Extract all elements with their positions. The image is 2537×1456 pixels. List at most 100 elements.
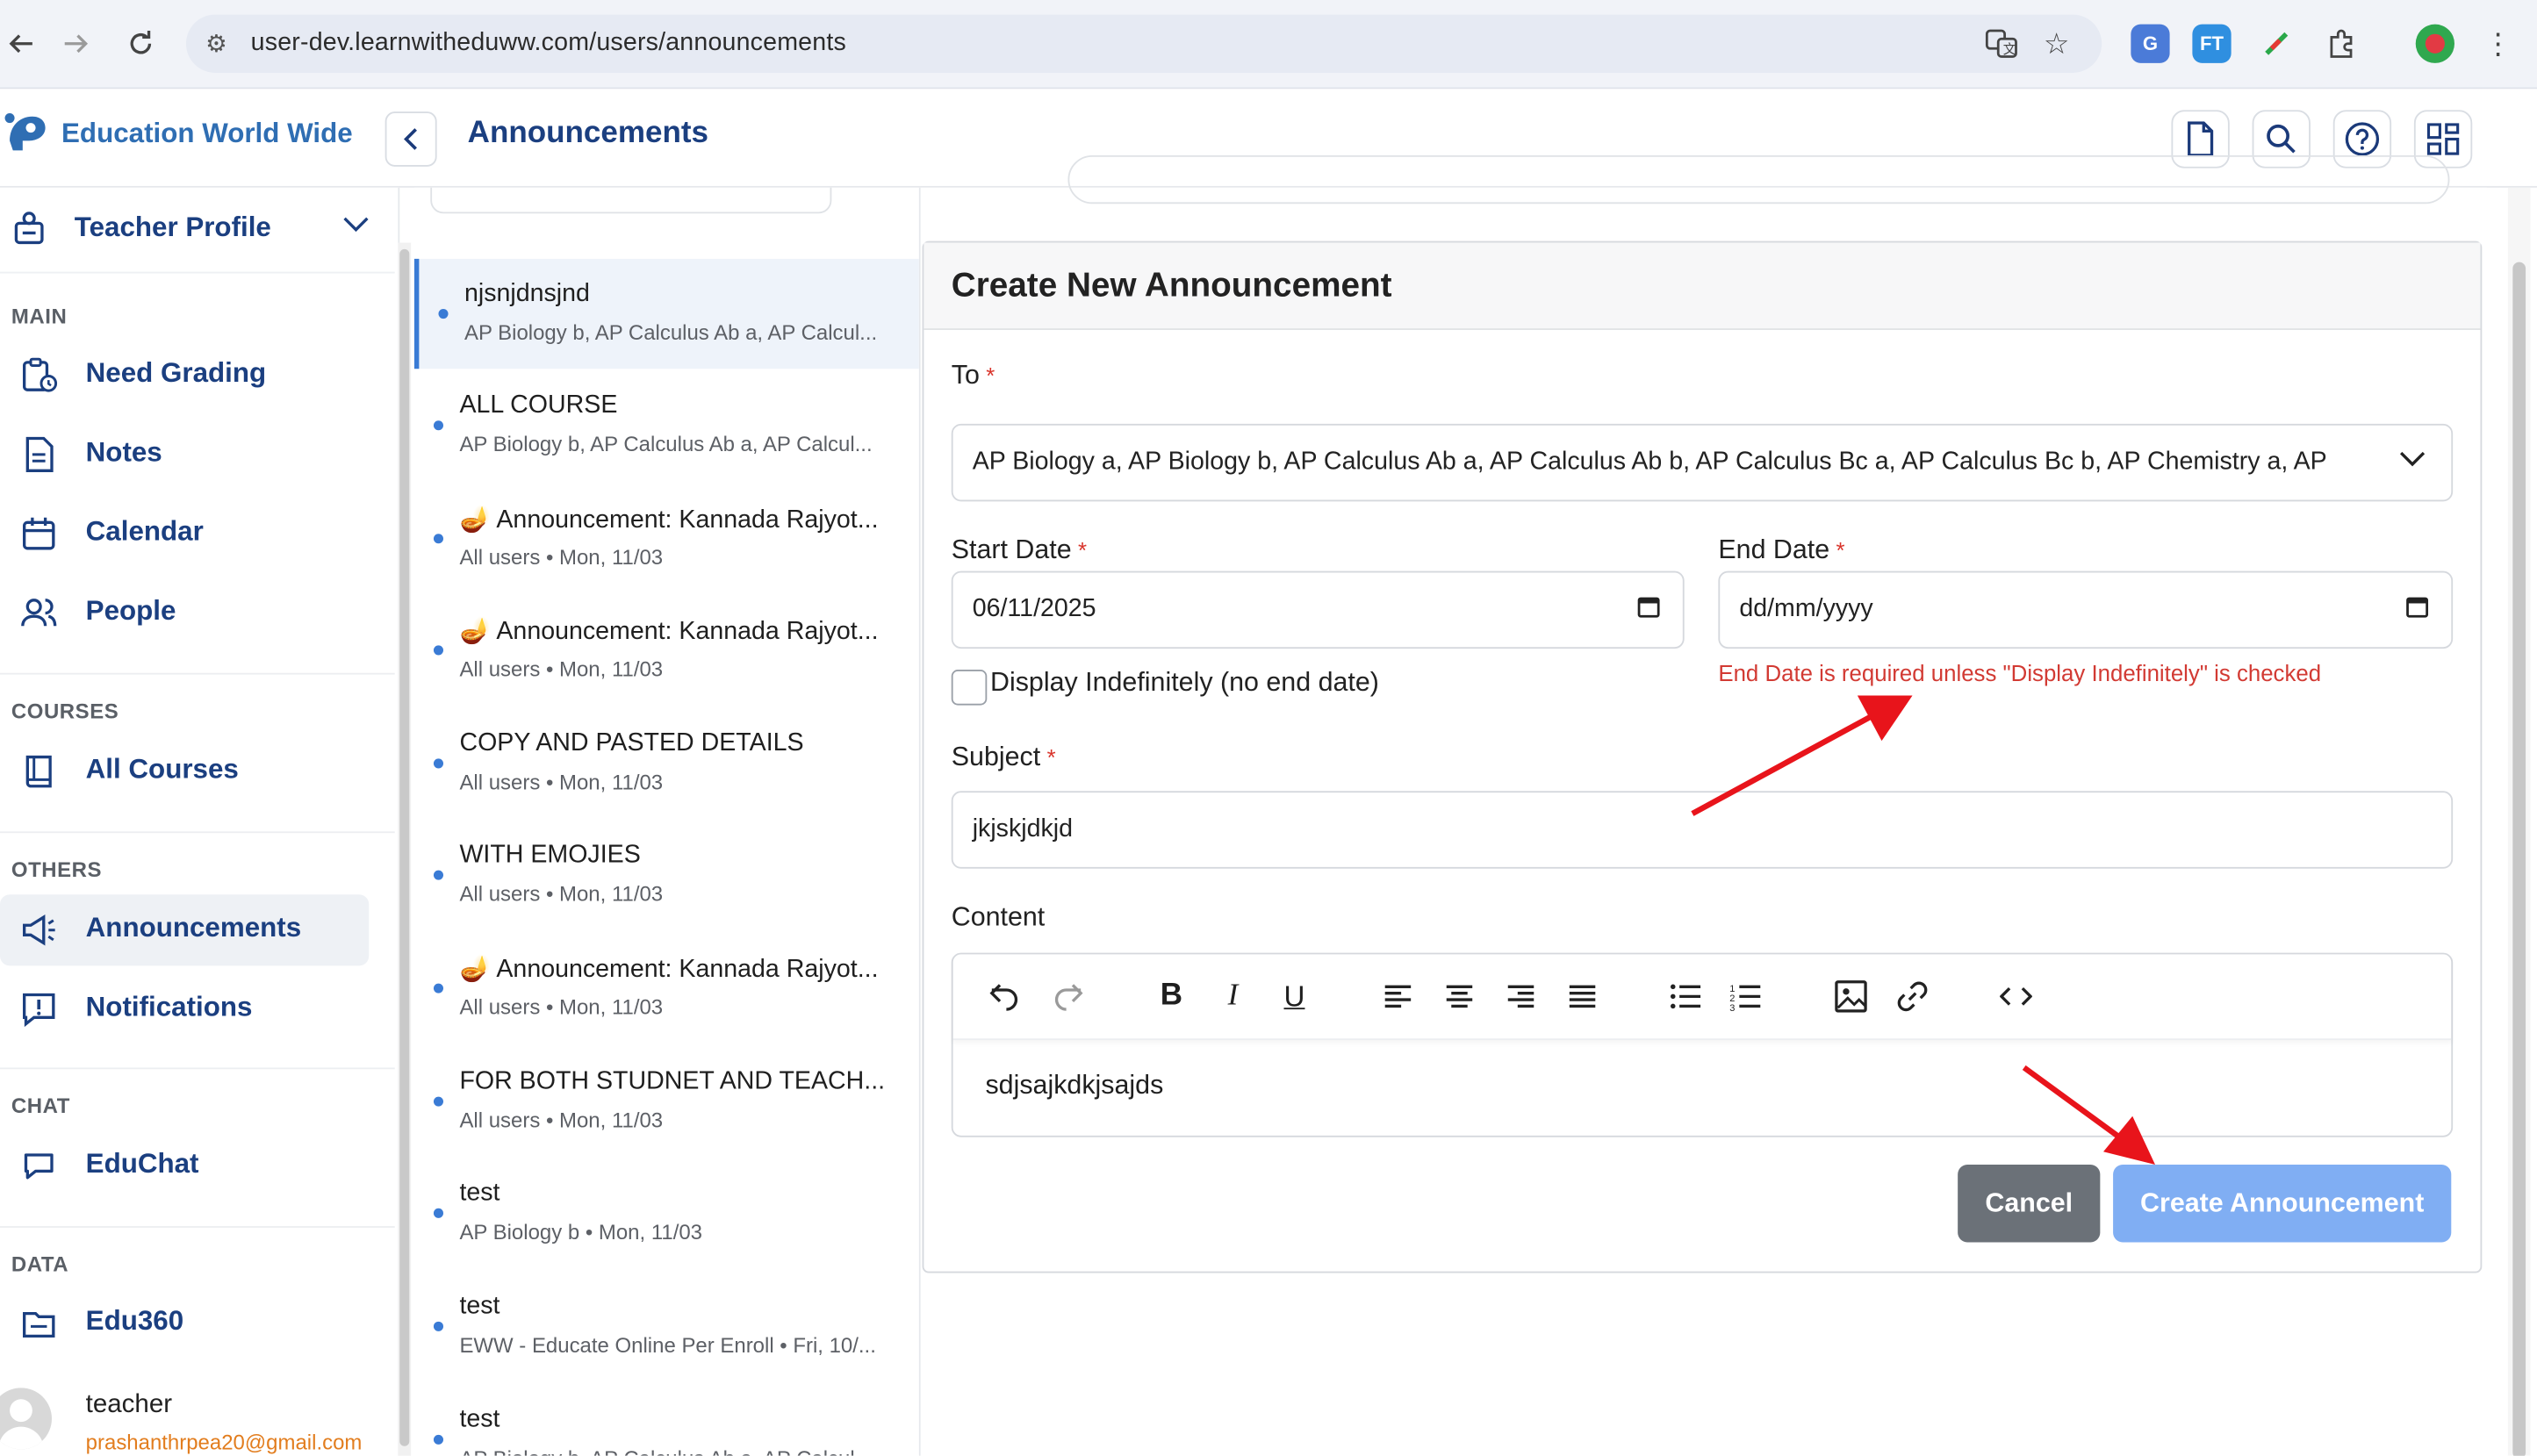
sidebar-item-label: Announcements	[85, 912, 302, 943]
translate-icon[interactable]: 文	[1985, 27, 2017, 68]
reload-icon[interactable]	[119, 23, 162, 65]
sidebar-scrollbar[interactable]	[398, 242, 412, 1456]
start-date-input[interactable]: 06/11/2025	[951, 570, 1685, 649]
book-icon	[25, 755, 52, 788]
sidebar-item-label: EduChat	[85, 1148, 199, 1180]
bold-icon[interactable]: B	[1152, 977, 1190, 1015]
cancel-button[interactable]: Cancel	[1958, 1165, 2101, 1243]
list-item-title: test	[459, 1292, 500, 1320]
panel-top-field	[1067, 154, 2450, 204]
sidebar-item-edu360[interactable]: Edu360	[0, 1287, 369, 1359]
italic-icon[interactable]: I	[1213, 977, 1252, 1015]
unread-dot	[433, 1434, 444, 1445]
unread-dot	[433, 1208, 444, 1218]
list-item-title: WITH EMOJIES	[459, 841, 641, 869]
list-item[interactable]: test EWW - Educate Online Per Enroll • F…	[414, 1272, 919, 1381]
recipients-value: AP Biology a, AP Biology b, AP Calculus …	[972, 448, 2327, 476]
display-indefinitely-label[interactable]: Display Indefinitely (no end date)	[990, 668, 1379, 699]
forward-icon[interactable]	[55, 23, 97, 65]
sidebar-item-label: Notifications	[85, 991, 253, 1022]
sidebar-item-all-courses[interactable]: All Courses	[0, 736, 369, 807]
section-main: MAIN	[11, 304, 68, 329]
align-right-icon[interactable]	[1501, 977, 1540, 1015]
list-search-input[interactable]	[430, 187, 832, 214]
subject-value: jkjskjdkjd	[972, 814, 1074, 843]
sidebar-item-calendar[interactable]: Calendar	[0, 498, 369, 570]
to-label: To *	[951, 361, 995, 391]
extension-ft-icon[interactable]: FT	[2192, 24, 2232, 63]
sidebar-collapse-button[interactable]	[385, 111, 437, 167]
more-icon[interactable]: ⋮	[2477, 23, 2519, 65]
notes-icon	[25, 436, 54, 473]
alert-message-icon	[22, 993, 55, 1028]
list-item[interactable]: test AP Biology b, AP Calculus Ab a, AP …	[414, 1385, 919, 1456]
list-item[interactable]: 🪔 Announcement: Kannada Rajyot... All us…	[414, 595, 919, 705]
bookmark-star-icon[interactable]: ☆	[2044, 27, 2070, 61]
redo-icon[interactable]	[1048, 977, 1087, 1015]
profile-icon[interactable]	[2415, 24, 2454, 63]
list-item[interactable]: 🪔 Announcement: Kannada Rajyot... All us…	[414, 484, 919, 593]
list-item-subtitle: AP Biology b, AP Calculus Ab a, AP Calcu…	[459, 1446, 893, 1456]
section-courses: COURSES	[11, 699, 119, 723]
list-item[interactable]: FOR BOTH STUDNET AND TEACH... All users …	[414, 1046, 919, 1156]
list-item-title: ALL COURSE	[459, 391, 618, 420]
list-item[interactable]: test AP Biology b • Mon, 11/03	[414, 1158, 919, 1268]
link-icon[interactable]	[1893, 977, 1931, 1015]
numbered-list-icon[interactable]: 123	[1727, 977, 1765, 1015]
content-editor[interactable]: B I U 123 sdjsajkdkjsajds	[951, 952, 2454, 1137]
end-date-input[interactable]: dd/mm/yyyy	[1718, 570, 2454, 649]
list-item[interactable]: WITH EMOJIES All users • Mon, 11/03	[414, 820, 919, 929]
sidebar-item-label: People	[85, 595, 176, 627]
display-indefinitely-checkbox[interactable]	[951, 670, 988, 706]
sidebar-item-people[interactable]: People	[0, 577, 369, 649]
calendar-icon	[22, 517, 55, 550]
back-icon[interactable]	[0, 23, 42, 65]
start-date-value: 06/11/2025	[972, 595, 1096, 623]
list-item[interactable]: njsnjdnsjnd AP Biology b, AP Calculus Ab…	[413, 258, 919, 369]
subject-input[interactable]: jkjskjdkjd	[951, 791, 2454, 869]
chat-bubble-icon	[24, 1153, 54, 1180]
create-announcement-button[interactable]: Create Announcement	[2113, 1165, 2452, 1243]
site-settings-icon[interactable]: ⚙	[205, 29, 227, 58]
user-name: teacher	[85, 1391, 173, 1419]
sidebar-item-need-grading[interactable]: Need Grading	[0, 340, 369, 411]
extension-color-icon[interactable]	[2257, 25, 2296, 63]
sidebar-item-educhat[interactable]: EduChat	[0, 1130, 369, 1201]
undo-icon[interactable]	[985, 977, 1024, 1015]
avatar[interactable]	[0, 1388, 52, 1450]
extension-icon[interactable]	[2322, 25, 2361, 63]
unread-dot	[438, 309, 449, 319]
sidebar-item-announcements[interactable]: Announcements	[0, 894, 370, 966]
image-icon[interactable]	[1831, 977, 1870, 1015]
card-header: Create New Announcement	[924, 242, 2481, 330]
people-icon	[21, 599, 57, 627]
calendar-icon[interactable]	[2406, 595, 2429, 618]
code-icon[interactable]	[1996, 977, 2035, 1015]
calendar-icon[interactable]	[1637, 595, 1660, 618]
sidebar-item-notifications[interactable]: Notifications	[0, 974, 369, 1045]
list-item-title: COPY AND PASTED DETAILS	[459, 729, 804, 757]
list-item-subtitle: AP Biology b, AP Calculus Ab a, AP Calcu…	[459, 432, 873, 456]
content-label: Content	[951, 902, 1046, 932]
bullet-list-icon[interactable]	[1666, 977, 1705, 1015]
address-bar[interactable]: ⚙ user-dev.learnwitheduww.com/users/anno…	[185, 14, 2102, 73]
sidebar-divider	[0, 1226, 395, 1228]
sidebar-item-notes[interactable]: Notes	[0, 419, 369, 490]
align-justify-icon[interactable]	[1563, 977, 1601, 1015]
page-scrollbar[interactable]	[2507, 187, 2531, 1456]
unread-dot	[433, 1096, 444, 1107]
align-left-icon[interactable]	[1378, 977, 1417, 1015]
chevron-down-icon	[2399, 451, 2426, 467]
list-item[interactable]: COPY AND PASTED DETAILS All users • Mon,…	[414, 708, 919, 818]
editor-content[interactable]: sdjsajkdkjsajds	[985, 1071, 1163, 1101]
form-title: Create New Announcement	[951, 267, 1392, 305]
section-chat: CHAT	[11, 1093, 70, 1118]
search-icon	[2267, 124, 2296, 154]
list-item[interactable]: 🪔 Announcement: Kannada Rajyot... All us…	[414, 933, 919, 1043]
extension-translate-icon[interactable]: G	[2131, 24, 2170, 63]
list-item[interactable]: ALL COURSE AP Biology b, AP Calculus Ab …	[414, 370, 919, 480]
profile-switcher[interactable]: Teacher Profile	[0, 188, 395, 274]
underline-icon[interactable]: U	[1275, 977, 1313, 1015]
recipients-select[interactable]: AP Biology a, AP Biology b, AP Calculus …	[951, 423, 2454, 502]
align-center-icon[interactable]	[1440, 977, 1478, 1015]
